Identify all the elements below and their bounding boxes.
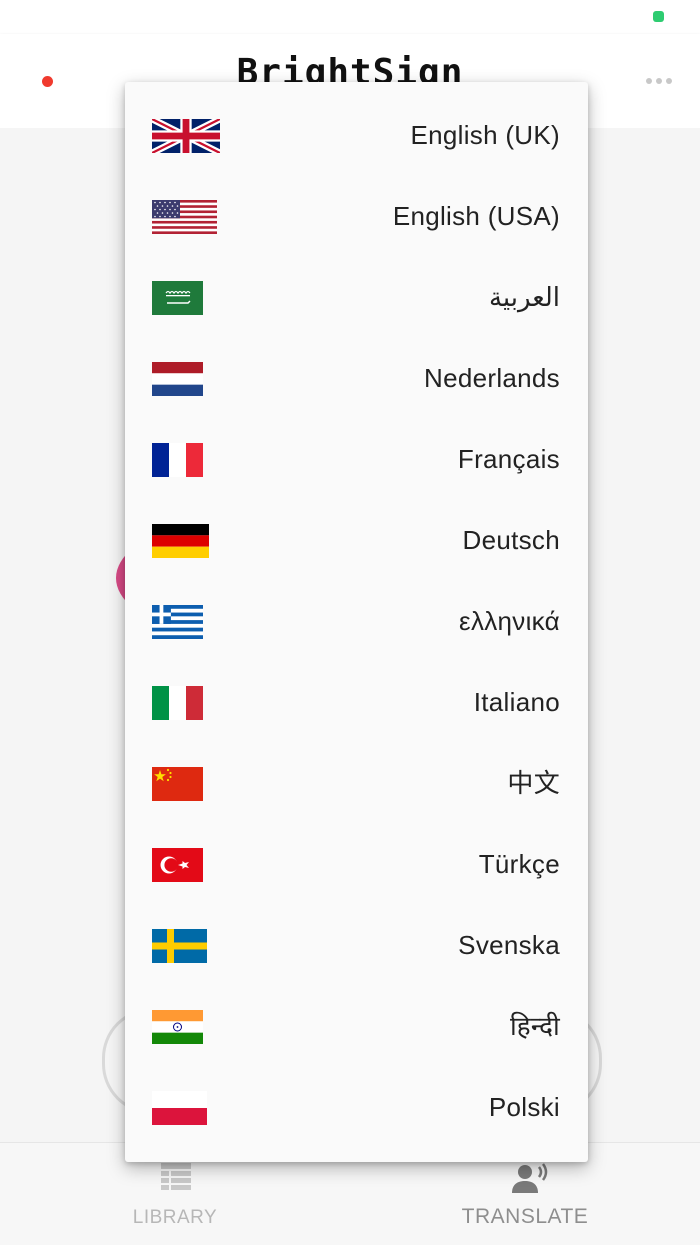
netherlands-flag-icon	[152, 361, 203, 396]
language-label: Italiano	[473, 687, 560, 717]
language-label: Svenska	[458, 930, 560, 960]
language-option-italian[interactable]: Italiano	[125, 662, 588, 743]
turkey-flag-icon	[152, 847, 203, 882]
language-label: Nederlands	[424, 363, 560, 393]
language-label: Türkçe	[478, 849, 560, 879]
poland-flag-icon	[152, 1090, 207, 1125]
status-bar	[0, 0, 700, 34]
language-label: Français	[457, 444, 560, 474]
language-option-french[interactable]: Français	[125, 419, 588, 500]
language-option-german[interactable]: Deutsch	[125, 500, 588, 581]
speaking-person-icon	[512, 1163, 548, 1193]
language-option-swedish[interactable]: Svenska	[125, 905, 588, 986]
battery-icon	[653, 11, 664, 22]
language-option-hindi[interactable]: हिन्दी	[125, 986, 588, 1067]
language-label: English (USA)	[392, 201, 560, 231]
language-label: العربية	[488, 282, 560, 312]
italy-flag-icon	[152, 685, 203, 720]
china-flag-icon	[152, 766, 203, 801]
nav-library-label: LIBRARY	[132, 1207, 218, 1228]
language-label: English (UK)	[410, 120, 560, 150]
india-flag-icon	[152, 1009, 203, 1044]
language-option-arabic[interactable]: العربية	[125, 257, 588, 338]
language-label: Deutsch	[462, 525, 560, 555]
language-option-dutch[interactable]: Nederlands	[125, 338, 588, 419]
library-list-icon	[161, 1163, 191, 1190]
language-option-turkish[interactable]: Türkçe	[125, 824, 588, 905]
language-label: 中文	[507, 768, 560, 798]
france-flag-icon	[152, 442, 203, 477]
language-option-greek[interactable]: ελληνικά	[125, 581, 588, 662]
sweden-flag-icon	[152, 928, 207, 963]
nav-translate-label: TRANSLATE	[461, 1205, 589, 1228]
usa-flag-icon	[152, 199, 217, 234]
more-options-icon[interactable]	[646, 78, 672, 84]
language-option-chinese[interactable]: 中文	[125, 743, 588, 824]
language-option-english-usa[interactable]: English (USA)	[125, 176, 588, 257]
saudi-arabia-flag-icon	[152, 280, 203, 315]
language-label: Polski	[488, 1092, 560, 1122]
uk-flag-icon	[152, 118, 220, 153]
germany-flag-icon	[152, 523, 209, 558]
language-dropdown-menu: English (UK) English (USA) العربية Neder…	[125, 82, 588, 1162]
greece-flag-icon	[152, 604, 203, 639]
language-option-polish[interactable]: Polski	[125, 1067, 588, 1148]
language-label: ελληνικά	[459, 606, 560, 636]
language-label: हिन्दी	[509, 1011, 560, 1041]
language-option-english-uk[interactable]: English (UK)	[125, 95, 588, 176]
